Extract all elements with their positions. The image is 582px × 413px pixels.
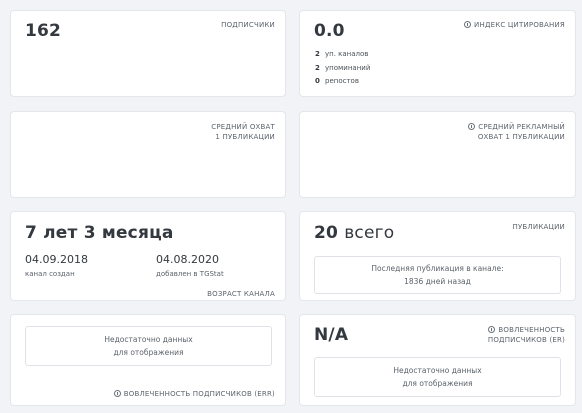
- err-empty-box: Недостаточно данных для отображения: [25, 326, 272, 366]
- avg-reach-label-line1: СРЕДНИЙ ОХВАТ: [211, 123, 275, 131]
- err-label-text: ВОВЛЕЧЕННОСТЬ ПОДПИСЧИКОВ (ERR): [123, 390, 275, 398]
- channel-added-label: добавлен в TGStat: [156, 270, 224, 278]
- channel-created-date: 04.09.2018: [25, 253, 88, 266]
- channel-created-label: канал создан: [25, 270, 75, 278]
- info-icon[interactable]: [488, 326, 496, 333]
- er-label-line1-text: ВОВЛЕЧЕННОСТЬ: [498, 326, 565, 334]
- citation-row-text: уп. каналов: [325, 50, 369, 58]
- subscribers-count: 162: [25, 21, 62, 41]
- avg-ad-reach-label-line2: ОХВАТ 1 ПУБЛИКАЦИИ: [477, 133, 565, 141]
- info-icon[interactable]: [468, 123, 476, 130]
- citation-row-channels: 2 уп. каналов: [315, 50, 368, 58]
- avg-reach-label: СРЕДНИЙ ОХВАТ 1 ПУБЛИКАЦИИ: [211, 122, 275, 142]
- er-card: N/A ВОВЛЕЧЕННОСТЬ ПОДПИСЧИКОВ (ER) Недос…: [299, 314, 576, 406]
- channel-age-card: 7 лет 3 месяца 04.09.2018 канал создан 0…: [10, 211, 286, 301]
- citation-index-label[interactable]: ИНДЕКС ЦИТИРОВАНИЯ: [464, 20, 565, 30]
- citation-row-count: 0: [315, 77, 320, 85]
- last-publication-age: 1836 дней назад: [404, 277, 471, 286]
- info-icon[interactable]: [113, 390, 121, 397]
- last-publication-box: Последняя публикация в канале: 1836 дней…: [314, 256, 561, 294]
- avg-ad-reach-label-line1: СРЕДНИЙ РЕКЛАМНЫЙ: [468, 122, 565, 132]
- avg-ad-reach-label-line1-text: СРЕДНИЙ РЕКЛАМНЫЙ: [478, 123, 565, 131]
- info-icon[interactable]: [464, 21, 472, 28]
- avg-ad-reach-label[interactable]: СРЕДНИЙ РЕКЛАМНЫЙ ОХВАТ 1 ПУБЛИКАЦИИ: [468, 122, 565, 142]
- er-label-line2: ПОДПИСЧИКОВ (ER): [487, 336, 565, 344]
- citation-row-text: упоминаний: [325, 64, 371, 72]
- publications-card: 20 всего ПУБЛИКАЦИИ Последняя публикация…: [299, 211, 576, 301]
- err-label[interactable]: ВОВЛЕЧЕННОСТЬ ПОДПИСЧИКОВ (ERR): [113, 389, 275, 399]
- channel-age-label: ВОЗРАСТ КАНАЛА: [207, 290, 275, 298]
- citation-row-reposts: 0 репостов: [315, 77, 359, 85]
- avg-ad-reach-card: СРЕДНИЙ РЕКЛАМНЫЙ ОХВАТ 1 ПУБЛИКАЦИИ: [299, 111, 576, 198]
- subscribers-card: 162 ПОДПИСЧИКИ: [10, 10, 286, 97]
- citation-row-count: 2: [315, 64, 320, 72]
- citation-row-count: 2: [315, 50, 320, 58]
- publications-count: 20: [314, 223, 339, 243]
- er-value: N/A: [314, 325, 349, 345]
- er-label[interactable]: ВОВЛЕЧЕННОСТЬ ПОДПИСЧИКОВ (ER): [488, 325, 565, 345]
- subscribers-label: ПОДПИСЧИКИ: [221, 21, 275, 29]
- last-publication-title: Последняя публикация в канале:: [371, 264, 504, 273]
- citation-row-text: репостов: [325, 77, 359, 85]
- publications-total-word: всего: [344, 223, 395, 243]
- er-empty-message-line2: для отображения: [402, 379, 473, 388]
- avg-reach-card: СРЕДНИЙ ОХВАТ 1 ПУБЛИКАЦИИ: [10, 111, 286, 198]
- er-empty-box: Недостаточно данных для отображения: [314, 357, 561, 397]
- er-label-line1: ВОВЛЕЧЕННОСТЬ: [488, 325, 565, 335]
- err-empty-message-line2: для отображения: [113, 348, 184, 357]
- publications-total: 20 всего: [314, 223, 394, 243]
- citation-row-mentions: 2 упоминаний: [315, 64, 370, 72]
- avg-reach-label-line2: 1 ПУБЛИКАЦИИ: [215, 133, 275, 141]
- publications-label: ПУБЛИКАЦИИ: [512, 223, 565, 231]
- channel-age-value: 7 лет 3 месяца: [25, 223, 174, 243]
- citation-index-label-text: ИНДЕКС ЦИТИРОВАНИЯ: [474, 21, 565, 29]
- channel-added-date: 04.08.2020: [156, 253, 219, 266]
- err-card: Недостаточно данных для отображения ВОВЛ…: [10, 314, 286, 406]
- citation-index-value: 0.0: [314, 21, 345, 41]
- er-empty-message-line1: Недостаточно данных: [393, 366, 482, 375]
- citation-index-card: 0.0 ИНДЕКС ЦИТИРОВАНИЯ 2 уп. каналов 2 упо…: [299, 10, 576, 97]
- err-empty-message-line1: Недостаточно данных: [104, 335, 193, 344]
